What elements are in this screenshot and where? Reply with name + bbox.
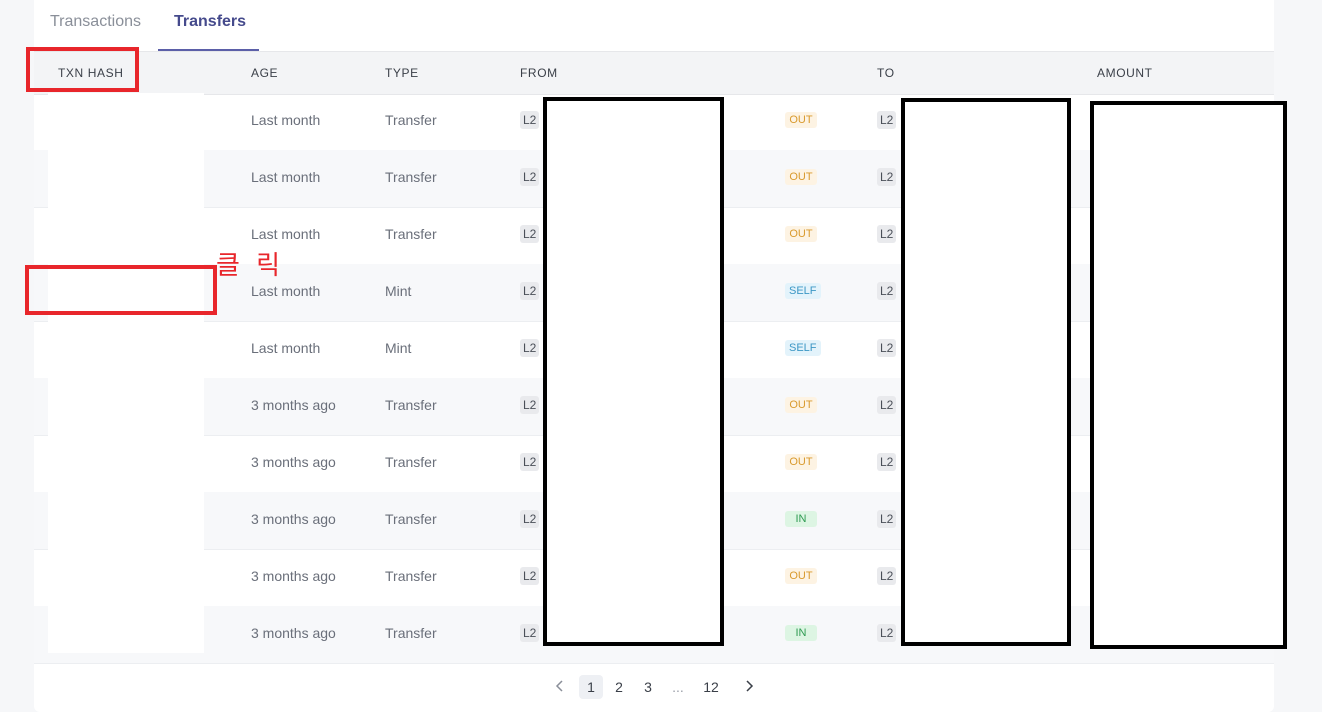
age-cell: 3 months ago xyxy=(251,625,336,641)
redacted-from-addresses xyxy=(543,97,724,646)
column-header-amount: AMOUNT xyxy=(1097,66,1153,80)
direction-badge: OUT xyxy=(785,169,817,185)
direction-badge: IN xyxy=(785,625,817,641)
from-l2-badge: L2 xyxy=(520,168,540,186)
age-cell: 3 months ago xyxy=(251,568,336,584)
redacted-to-addresses xyxy=(901,98,1071,646)
highlight-txn-hash-header xyxy=(26,47,139,92)
column-header-age: AGE xyxy=(251,66,279,80)
direction-badge: OUT xyxy=(785,397,817,413)
age-cell: Last month xyxy=(251,169,321,185)
direction-badge: OUT xyxy=(785,568,817,584)
page-ellipsis: ... xyxy=(672,679,684,695)
type-cell: Mint xyxy=(385,283,412,299)
direction-badge: OUT xyxy=(785,454,817,470)
column-header-from: FROM xyxy=(520,66,558,80)
age-cell: Last month xyxy=(251,340,321,356)
page-1[interactable]: 1 xyxy=(579,675,603,699)
direction-badge: SELF xyxy=(785,340,821,356)
redacted-amounts xyxy=(1090,101,1287,649)
page-12[interactable]: 12 xyxy=(699,675,723,699)
column-header-to: TO xyxy=(877,66,895,80)
pagination: 1 2 3 ... 12 xyxy=(34,672,1274,700)
type-cell: Transfer xyxy=(385,112,437,128)
click-annotation: 클 릭 xyxy=(216,251,285,281)
to-l2-badge: L2 xyxy=(877,567,897,585)
type-cell: Transfer xyxy=(385,511,437,527)
age-cell: 3 months ago xyxy=(251,454,336,470)
age-cell: 3 months ago xyxy=(251,397,336,413)
type-cell: Transfer xyxy=(385,454,437,470)
type-cell: Mint xyxy=(385,340,412,356)
from-l2-badge: L2 xyxy=(520,111,540,129)
to-l2-badge: L2 xyxy=(877,225,897,243)
type-cell: Transfer xyxy=(385,169,437,185)
direction-badge: OUT xyxy=(785,112,817,128)
chevron-right-icon[interactable] xyxy=(739,675,759,699)
tab-transactions[interactable]: Transactions xyxy=(50,13,141,31)
to-l2-badge: L2 xyxy=(877,510,897,528)
age-cell: Last month xyxy=(251,283,321,299)
direction-badge: IN xyxy=(785,511,817,527)
to-l2-badge: L2 xyxy=(877,168,897,186)
redacted-hash-column xyxy=(48,93,204,653)
to-l2-badge: L2 xyxy=(877,453,897,471)
to-l2-badge: L2 xyxy=(877,339,897,357)
tab-bar: Transactions Transfers xyxy=(34,0,1274,51)
page-2[interactable]: 2 xyxy=(610,675,628,699)
from-l2-badge: L2 xyxy=(520,396,540,414)
direction-badge: SELF xyxy=(785,283,821,299)
to-l2-badge: L2 xyxy=(877,111,897,129)
to-l2-badge: L2 xyxy=(877,396,897,414)
age-cell: Last month xyxy=(251,226,321,242)
from-l2-badge: L2 xyxy=(520,225,540,243)
to-l2-badge: L2 xyxy=(877,282,897,300)
age-cell: Last month xyxy=(251,112,321,128)
to-l2-badge: L2 xyxy=(877,624,897,642)
type-cell: Transfer xyxy=(385,625,437,641)
direction-badge: OUT xyxy=(785,226,817,242)
type-cell: Transfer xyxy=(385,226,437,242)
column-header-type: TYPE xyxy=(385,66,419,80)
highlight-hash-link xyxy=(25,265,217,315)
type-cell: Transfer xyxy=(385,568,437,584)
age-cell: 3 months ago xyxy=(251,511,336,527)
tab-transfers[interactable]: Transfers xyxy=(174,13,246,31)
from-l2-badge: L2 xyxy=(520,510,540,528)
from-l2-badge: L2 xyxy=(520,453,540,471)
chevron-left-icon[interactable] xyxy=(550,675,570,699)
type-cell: Transfer xyxy=(385,397,437,413)
table-header: TXN HASH AGE TYPE FROM TO AMOUNT xyxy=(34,51,1274,95)
from-l2-badge: L2 xyxy=(520,567,540,585)
page-3[interactable]: 3 xyxy=(639,675,657,699)
from-l2-badge: L2 xyxy=(520,339,540,357)
from-l2-badge: L2 xyxy=(520,282,540,300)
from-l2-badge: L2 xyxy=(520,624,540,642)
